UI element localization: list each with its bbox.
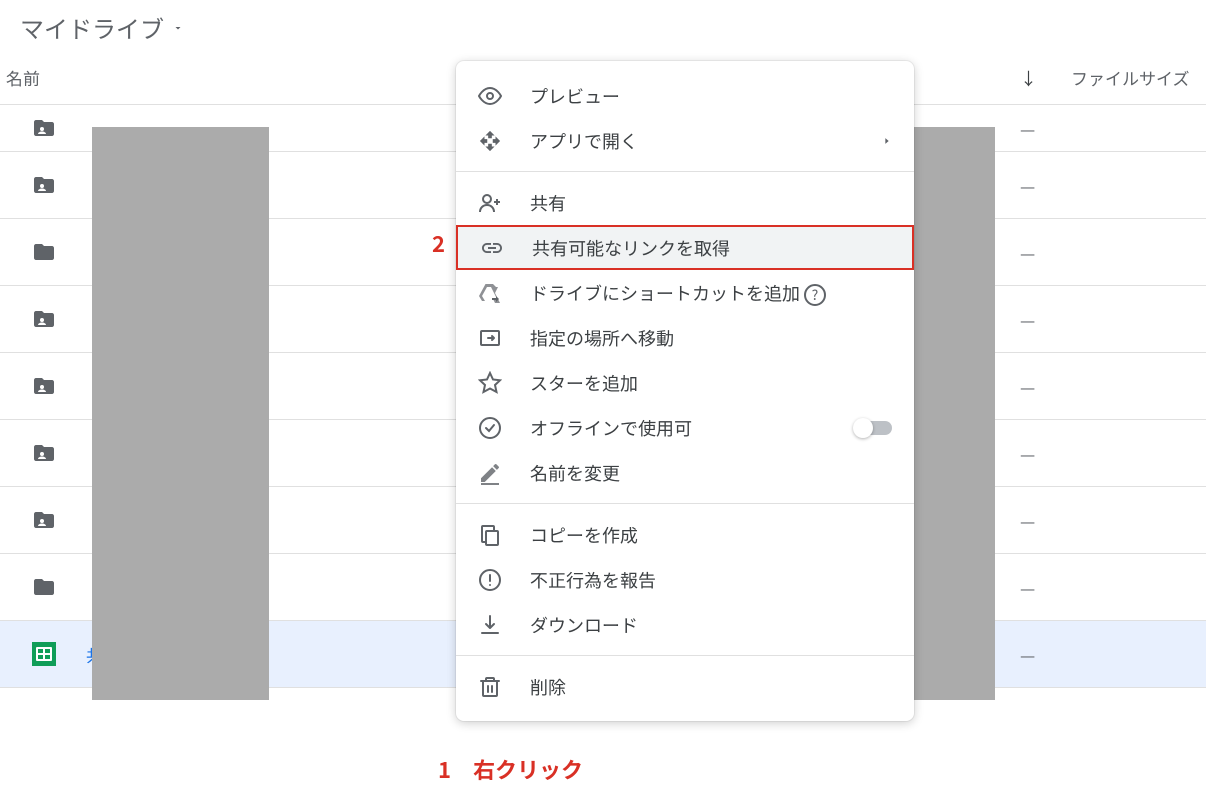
annotation-step1: 1 右クリック xyxy=(438,753,583,785)
menu-offline[interactable]: オフラインで使用可 xyxy=(456,405,914,450)
file-size: — xyxy=(1020,173,1200,198)
chevron-right-icon xyxy=(882,133,892,149)
menu-label: 指定の場所へ移動 xyxy=(530,325,892,351)
menu-label: ダウンロード xyxy=(530,612,892,638)
menu-label: アプリで開く xyxy=(530,128,882,154)
shared-folder-icon xyxy=(30,374,58,398)
menu-separator xyxy=(456,171,914,172)
menu-label: 共有可能なリンクを取得 xyxy=(532,235,890,261)
menu-label: スターを追加 xyxy=(530,370,892,396)
menu-make-copy[interactable]: コピーを作成 xyxy=(456,512,914,557)
person-add-icon xyxy=(478,191,502,215)
shared-folder-icon xyxy=(30,508,58,532)
file-size: — xyxy=(1020,642,1200,667)
context-menu: プレビュー アプリで開く 共有 共有可能なリンクを取得 ドライブにショートカット… xyxy=(456,61,914,721)
file-size: — xyxy=(1020,240,1200,265)
menu-rename[interactable]: 名前を変更 xyxy=(456,450,914,495)
menu-label: ドライブにショートカットを追加? xyxy=(530,280,892,306)
menu-share[interactable]: 共有 xyxy=(456,180,914,225)
menu-get-link[interactable]: 共有可能なリンクを取得 xyxy=(456,225,914,270)
menu-label: オフラインで使用可 xyxy=(530,415,854,441)
folder-icon xyxy=(30,575,58,599)
rename-icon xyxy=(478,461,502,485)
file-size: — xyxy=(1020,116,1200,141)
file-size: — xyxy=(1020,441,1200,466)
star-icon xyxy=(478,371,502,395)
menu-download[interactable]: ダウンロード xyxy=(456,602,914,647)
shared-folder-icon xyxy=(30,307,58,331)
menu-add-shortcut[interactable]: ドライブにショートカットを追加? xyxy=(456,270,914,315)
menu-separator xyxy=(456,503,914,504)
folder-icon xyxy=(30,240,58,264)
eye-icon xyxy=(478,84,502,108)
header: マイドライブ xyxy=(0,0,1206,55)
shared-folder-icon xyxy=(30,116,58,140)
copy-icon xyxy=(478,523,502,547)
move-to-icon xyxy=(478,326,502,350)
offline-toggle[interactable] xyxy=(854,421,892,435)
drive-title[interactable]: マイドライブ xyxy=(20,10,164,45)
file-size: — xyxy=(1020,374,1200,399)
sheets-icon xyxy=(30,642,58,666)
download-icon xyxy=(478,613,502,637)
column-size-label: ファイルサイズ xyxy=(1071,65,1190,90)
menu-report[interactable]: 不正行為を報告 xyxy=(456,557,914,602)
menu-label: 名前を変更 xyxy=(530,460,892,486)
offline-icon xyxy=(478,416,502,440)
report-icon xyxy=(478,568,502,592)
menu-label: 共有 xyxy=(530,190,892,216)
menu-label: プレビュー xyxy=(530,83,892,109)
menu-label: コピーを作成 xyxy=(530,522,892,548)
dropdown-arrow-icon[interactable] xyxy=(172,22,184,34)
trash-icon xyxy=(478,675,502,699)
menu-delete[interactable]: 削除 xyxy=(456,664,914,709)
menu-preview[interactable]: プレビュー xyxy=(456,73,914,118)
file-size: — xyxy=(1020,575,1200,600)
menu-separator xyxy=(456,655,914,656)
menu-label: 不正行為を報告 xyxy=(530,567,892,593)
file-size: — xyxy=(1020,508,1200,533)
column-size[interactable]: ↓ ファイルサイズ xyxy=(1020,65,1200,90)
menu-add-star[interactable]: スターを追加 xyxy=(456,360,914,405)
shared-folder-icon xyxy=(30,441,58,465)
drive-shortcut-icon xyxy=(478,281,502,305)
menu-label: 削除 xyxy=(530,674,892,700)
menu-move-to[interactable]: 指定の場所へ移動 xyxy=(456,315,914,360)
help-icon[interactable]: ? xyxy=(804,284,826,306)
sort-arrow-icon[interactable]: ↓ xyxy=(1020,65,1037,90)
menu-open-with[interactable]: アプリで開く xyxy=(456,118,914,163)
shared-folder-icon xyxy=(30,173,58,197)
file-size: — xyxy=(1020,307,1200,332)
move-icon xyxy=(478,129,502,153)
link-icon xyxy=(480,236,504,260)
